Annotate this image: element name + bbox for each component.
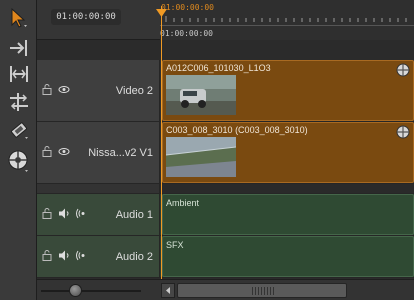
horizontal-scrollbar-thumb[interactable] bbox=[177, 283, 347, 298]
lock-icon[interactable] bbox=[41, 145, 53, 160]
audio-monitor-icon[interactable] bbox=[75, 208, 87, 221]
video-clip[interactable]: A012C006_101030_L1O3 bbox=[162, 60, 414, 121]
timeline-header: 01:00:00:00 01:00:00:00 01:00:00:00 bbox=[37, 0, 414, 40]
track-label-video-1: Nissa...v2 V1 bbox=[88, 146, 153, 159]
speaker-icon[interactable] bbox=[58, 208, 70, 221]
eye-icon[interactable] bbox=[58, 84, 70, 97]
ruler-baseline bbox=[160, 25, 414, 26]
lane-video-2: A012C006_101030_L1O3 bbox=[160, 60, 414, 122]
clip-effects-icon[interactable] bbox=[396, 125, 410, 139]
track-divider bbox=[37, 184, 160, 194]
clip-effects-icon[interactable] bbox=[396, 63, 410, 77]
scrollbar-grip-icon bbox=[252, 287, 274, 295]
track-label-audio-2: Audio 2 bbox=[115, 250, 153, 263]
lock-icon[interactable] bbox=[41, 249, 53, 264]
clip-name: SFX bbox=[166, 240, 184, 250]
timeline-ruler[interactable]: 01:00:00:00 01:00:00:00 bbox=[160, 0, 414, 40]
track-header-video-1[interactable]: Nissa...v2 V1 bbox=[37, 122, 160, 184]
track-select-forward-icon[interactable] bbox=[5, 36, 32, 60]
ruler-timecode-secondary: 01:00:00:00 bbox=[160, 29, 213, 38]
audio-waveform-tool-icon[interactable] bbox=[5, 150, 32, 174]
current-timecode[interactable]: 01:00:00:00 bbox=[51, 9, 121, 25]
razor-tool-icon[interactable] bbox=[5, 118, 32, 142]
tool-palette bbox=[0, 0, 37, 300]
lane-audio-1: Ambient bbox=[160, 194, 414, 236]
eye-icon[interactable] bbox=[58, 146, 70, 159]
track-header-audio-2[interactable]: Audio 2 bbox=[37, 236, 160, 278]
track-label-video-2: Video 2 bbox=[115, 84, 153, 97]
clip-thumbnail bbox=[166, 75, 236, 115]
playhead-marker[interactable] bbox=[156, 9, 167, 17]
timeline-footer bbox=[37, 279, 414, 300]
zoom-slider-knob[interactable] bbox=[69, 284, 82, 297]
lock-icon[interactable] bbox=[41, 207, 53, 222]
clip-name: Ambient bbox=[166, 198, 200, 208]
audio-clip[interactable]: SFX bbox=[162, 236, 414, 277]
lane-video-1: C003_008_3010 (C003_008_3010) bbox=[160, 122, 414, 184]
track-header-video-2[interactable]: Video 2 bbox=[37, 60, 160, 122]
zoom-slider-track[interactable] bbox=[41, 290, 141, 292]
audio-clip[interactable]: Ambient bbox=[162, 194, 414, 235]
audio-monitor-icon[interactable] bbox=[75, 250, 87, 263]
scroll-left-button[interactable] bbox=[161, 283, 175, 298]
ripple-trim-icon[interactable] bbox=[5, 62, 32, 86]
track-label-audio-1: Audio 1 bbox=[115, 208, 153, 221]
lock-icon[interactable] bbox=[41, 83, 53, 98]
ruler-timecode: 01:00:00:00 bbox=[161, 3, 214, 12]
video-clip[interactable]: C003_008_3010 (C003_008_3010) bbox=[162, 122, 414, 183]
clip-thumbnail bbox=[166, 137, 236, 177]
selection-tool-icon[interactable] bbox=[5, 6, 32, 30]
lane-divider bbox=[160, 184, 414, 194]
track-header-audio-1[interactable]: Audio 1 bbox=[37, 194, 160, 236]
slip-tool-icon[interactable] bbox=[5, 90, 32, 114]
playhead-line[interactable] bbox=[161, 6, 162, 282]
ruler-ticks bbox=[165, 16, 407, 22]
lane-audio-2: SFX bbox=[160, 236, 414, 278]
clip-name: C003_008_3010 (C003_008_3010) bbox=[166, 125, 308, 135]
speaker-icon[interactable] bbox=[58, 250, 70, 263]
clip-name: A012C006_101030_L1O3 bbox=[166, 63, 271, 73]
